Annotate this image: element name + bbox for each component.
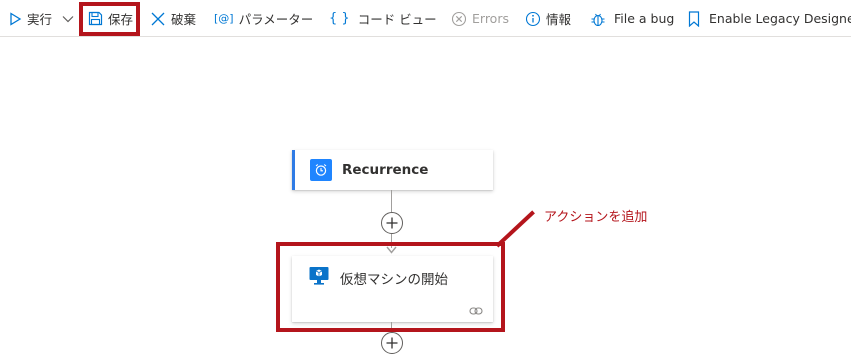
info-button[interactable]: 情報 (525, 0, 571, 37)
save-highlight-box (79, 2, 140, 36)
errors-button[interactable]: Errors (451, 0, 509, 37)
legacy-designer-label: Enable Legacy Designer (709, 11, 851, 26)
recurrence-title: Recurrence (342, 162, 429, 178)
discard-button[interactable]: 破棄 (150, 0, 196, 37)
code-view-button[interactable]: { } コード ビュー (329, 0, 437, 37)
parameters-button[interactable]: [@] パラメーター (214, 0, 313, 37)
add-step-button-bottom[interactable] (381, 332, 403, 354)
annotation-label: アクションを追加 (544, 210, 648, 225)
close-icon (150, 11, 166, 27)
annotation-pointer-line (495, 210, 535, 248)
file-bug-label: File a bug (614, 11, 675, 26)
vm-highlight-box (276, 242, 505, 332)
info-label: 情報 (546, 12, 572, 27)
chevron-down-icon (61, 12, 75, 26)
recurrence-trigger-card[interactable]: Recurrence (292, 150, 493, 190)
file-bug-button[interactable]: File a bug (590, 0, 674, 37)
bookmark-icon (688, 10, 700, 27)
alarm-clock-icon (310, 159, 332, 181)
parameters-label: パラメーター (238, 12, 314, 27)
error-circle-icon (451, 11, 467, 27)
add-step-button[interactable] (381, 212, 403, 234)
play-icon (8, 11, 22, 26)
errors-label: Errors (472, 11, 509, 26)
run-button[interactable]: 実行 (8, 0, 52, 37)
code-view-label: コード ビュー (357, 12, 437, 27)
run-dropdown-button[interactable] (61, 0, 80, 37)
connector-line (391, 190, 392, 212)
code-braces-icon: { } (329, 11, 350, 26)
info-icon (525, 11, 541, 27)
plus-icon (386, 337, 398, 349)
bug-icon (590, 11, 606, 27)
parameters-icon: [@] (214, 12, 234, 25)
run-label: 実行 (27, 12, 53, 27)
plus-icon (386, 217, 398, 229)
legacy-designer-button[interactable]: Enable Legacy Designer (688, 0, 851, 37)
discard-label: 破棄 (171, 12, 197, 27)
